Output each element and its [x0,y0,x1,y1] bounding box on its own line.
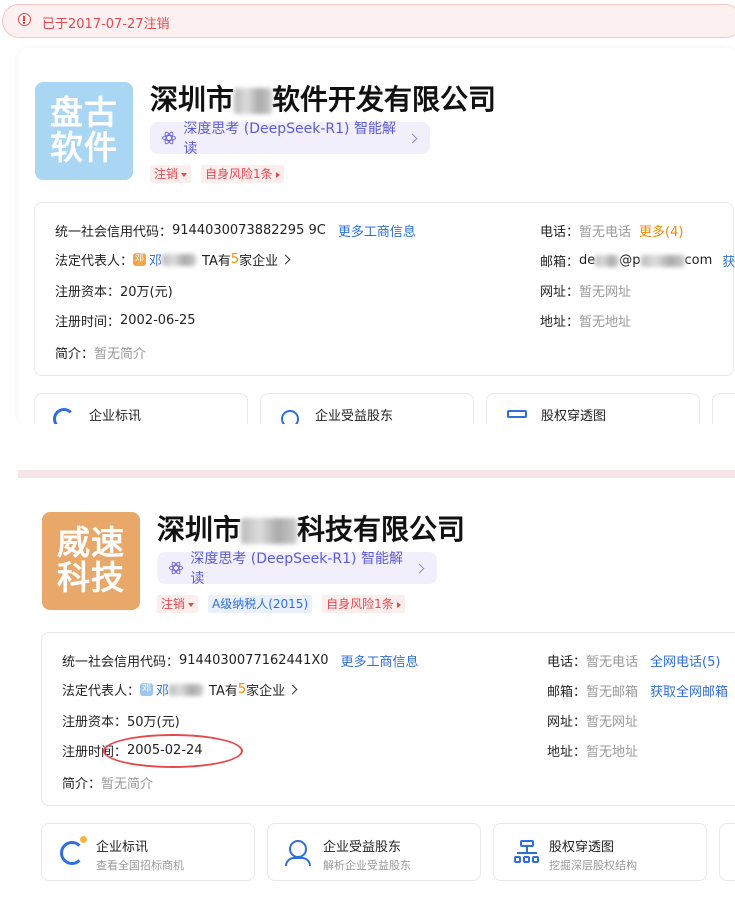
intro-row: 简介： 暂无简介 [55,347,147,362]
email-row: 邮箱： de @p com 获 [540,251,735,270]
chevron-right-icon[interactable] [287,684,298,695]
target-icon [60,841,84,865]
avatar: 邓 [140,683,154,696]
taxpayer-tag[interactable]: A级纳税人(2015) [208,595,313,613]
ai-analysis-button[interactable]: 深度思考 (DeepSeek-R1) 智能解读 [157,551,437,587]
highlight-ellipse [103,734,243,768]
company-logo: 威速 科技 [42,512,140,610]
address-row: 地址： 暂无地址 [540,315,632,330]
capital-row: 注册资本： 20万(元) [55,285,173,300]
org-chart-icon [514,840,540,866]
chevron-right-icon[interactable] [280,254,291,265]
phone-row: 电话： 暂无电话 更多(4) [540,221,683,240]
star-dot [80,836,87,843]
risk-tag[interactable]: 自身风险1条 [201,165,284,183]
company-logo: 盘古 软件 [35,82,133,180]
legal-rep-row: 法定代表人： 邓 邓 TA有 5 家企业 [55,250,291,269]
legal-rep-link[interactable]: 邓 [149,250,162,269]
feature-tile-more[interactable] [719,823,735,881]
feature-tile-beneficiary[interactable]: 企业受益股东 解析企业受益股东 [267,823,481,881]
feature-tile-bid-info[interactable]: 企业标讯 查看全国招标商机 [41,823,255,881]
ai-analysis-button[interactable]: 深度思考 (DeepSeek-R1) 智能解读 [150,121,430,157]
tag-row: 注销 自身风险1条 [150,165,284,183]
get-email-link[interactable]: 获 [722,251,735,270]
company-title[interactable]: 深圳市 科技有限公司 [157,508,465,548]
screenshot-gap [0,424,735,470]
info-icon [18,13,31,26]
org-chart-icon [507,410,527,418]
capital-row: 注册资本： 50万(元) [62,715,180,730]
website-row: 网址： 暂无网址 [547,715,639,730]
all-phones-link[interactable]: 全网电话(5) [650,651,720,670]
more-business-info-link[interactable]: 更多工商信息 [341,651,419,670]
get-all-emails-link[interactable]: 获取全网邮箱 [650,681,728,700]
atom-icon [169,560,183,576]
website-row: 网址： 暂无网址 [540,285,632,300]
credit-code-row: 统一社会信用代码： 9144030077162441X0 更多工商信息 [62,651,419,670]
chevron-right-icon [414,563,425,573]
company-title[interactable]: 深圳市 软件开发有限公司 [150,78,496,118]
reg-date-row: 注册时间： 2002-06-25 [55,313,196,330]
tag-row: 注销 A级纳税人(2015) 自身风险1条 [157,595,405,613]
user-icon [289,840,307,858]
status-tag[interactable]: 注销 [157,595,199,613]
atom-icon [162,130,176,146]
credit-code-row: 统一社会信用代码： 9144030073882295 9C 更多工商信息 [55,221,416,240]
risk-tag[interactable]: 自身风险1条 [322,595,405,613]
address-row: 地址： 暂无地址 [547,745,639,760]
phone-row: 电话： 暂无电话 全网电话(5) [547,651,720,670]
chevron-right-icon [407,133,418,143]
alert-text: 已于2017-07-27注销 [42,17,170,32]
more-phone-link[interactable]: 更多(4) [639,221,683,240]
status-tag[interactable]: 注销 [150,165,192,183]
email-row: 邮箱： 暂无邮箱 获取全网邮箱 [547,681,735,700]
legal-rep-link[interactable]: 邓 [156,680,169,699]
legal-rep-row: 法定代表人： 邓 邓 TA有 5 家企业 [62,680,298,699]
feature-tile-equity[interactable]: 股权穿透图 挖掘深层股权结构 [493,823,707,881]
more-business-info-link[interactable]: 更多工商信息 [338,221,416,240]
intro-row: 简介： 暂无简介 [62,777,154,792]
avatar: 邓 [133,253,147,266]
divider-line [18,470,735,478]
